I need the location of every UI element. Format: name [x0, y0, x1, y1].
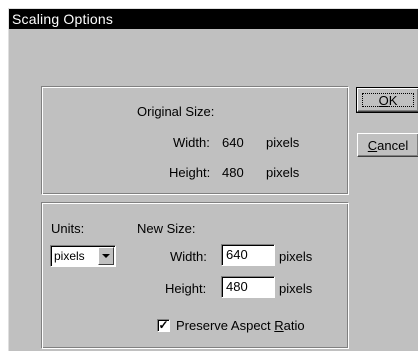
- units-dropdown[interactable]: pixels: [50, 245, 116, 267]
- original-height-value: 480: [222, 165, 244, 180]
- new-width-unit: pixels: [279, 249, 313, 264]
- preserve-aspect-checkbox[interactable]: ✓: [157, 319, 170, 332]
- preserve-label-post: atio: [283, 318, 305, 333]
- ok-button[interactable]: OK: [356, 87, 418, 113]
- new-size-heading: New Size:: [137, 221, 196, 236]
- window-title: Scaling Options: [9, 9, 418, 29]
- new-width-label: Width:: [170, 249, 207, 264]
- original-width-value: 640: [222, 135, 244, 150]
- original-size-heading: Original Size:: [137, 104, 215, 119]
- scaling-options-dialog: Scaling Options Original Size: Width: 64…: [8, 8, 418, 351]
- dropdown-arrow-icon[interactable]: [98, 247, 114, 265]
- cancel-mnemonic: C: [367, 138, 378, 153]
- preserve-aspect-label[interactable]: Preserve Aspect Ratio: [176, 318, 305, 333]
- original-height-label: Height:: [169, 165, 211, 180]
- units-label: Units:: [51, 221, 85, 236]
- units-selected-value: pixels: [54, 249, 85, 263]
- cancel-label-rest: ancel: [377, 138, 409, 153]
- new-height-input[interactable]: 480: [221, 276, 275, 298]
- new-height-label: Height:: [165, 281, 207, 296]
- new-height-unit: pixels: [279, 281, 313, 296]
- original-width-label: Width:: [173, 135, 210, 150]
- preserve-label-mnemonic: R: [274, 318, 284, 333]
- original-height-unit: pixels: [266, 165, 300, 180]
- cancel-button[interactable]: Cancel: [357, 133, 418, 157]
- preserve-label-pre: Preserve Aspect: [176, 318, 275, 333]
- original-width-unit: pixels: [266, 135, 300, 150]
- checkmark-icon: ✓: [158, 318, 169, 332]
- focus-ring: [362, 93, 414, 107]
- new-width-input[interactable]: 640: [221, 244, 275, 266]
